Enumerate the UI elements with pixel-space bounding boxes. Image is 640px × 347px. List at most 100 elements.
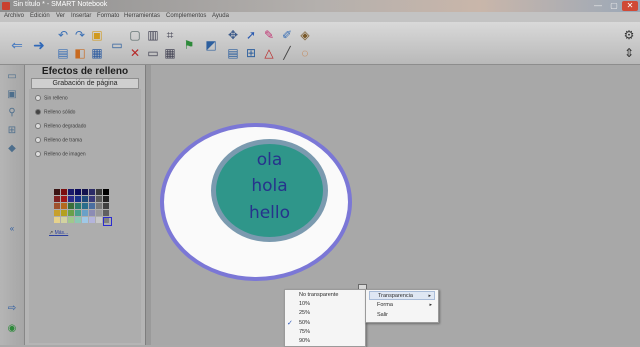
eraser-icon[interactable]: ◈ <box>298 28 312 42</box>
pen-icon[interactable]: ✎ <box>262 28 276 42</box>
more-colors-link[interactable]: ↗ Más... <box>49 230 68 236</box>
color-swatch[interactable] <box>96 203 102 209</box>
color-swatch[interactable] <box>89 210 95 216</box>
color-swatch[interactable] <box>96 217 102 223</box>
auto-hide-icon[interactable]: ◉ <box>6 323 18 335</box>
menu-item-no-transparente[interactable]: No transparente <box>299 292 338 298</box>
screen-shade-icon[interactable]: ◧ <box>73 46 87 60</box>
properties-tab-icon[interactable]: ⊞ <box>6 125 18 137</box>
color-swatch[interactable] <box>89 217 95 223</box>
color-swatch[interactable] <box>75 196 81 202</box>
open-file-icon[interactable]: ▤ <box>56 46 70 60</box>
creative-pen-icon[interactable]: ✐ <box>280 28 294 42</box>
page-sorter-icon[interactable]: ▭ <box>6 71 18 83</box>
color-swatch[interactable] <box>61 189 67 195</box>
table-icon[interactable]: ▥ <box>146 28 160 42</box>
move-sidebar-icon[interactable]: ⇨ <box>6 303 18 315</box>
fill-option-image[interactable]: Relleno de imagen <box>35 151 86 157</box>
menu-edicion[interactable]: Edición <box>30 13 50 19</box>
color-swatch[interactable] <box>68 203 74 209</box>
close-button[interactable]: ✕ <box>622 1 638 11</box>
color-swatch[interactable] <box>61 196 67 202</box>
menu-formato[interactable]: Formato <box>97 13 119 19</box>
color-swatch[interactable] <box>68 189 74 195</box>
color-swatch[interactable] <box>103 210 109 216</box>
forward-icon[interactable]: ➜ <box>32 38 46 52</box>
color-swatch[interactable] <box>54 210 60 216</box>
color-swatch[interactable] <box>75 210 81 216</box>
fill-option-none[interactable]: Sin relleno <box>35 95 68 101</box>
maximize-button[interactable]: ▢ <box>606 1 622 11</box>
lasso-icon[interactable]: ◌ <box>298 46 312 60</box>
color-swatch[interactable] <box>96 210 102 216</box>
menu-ver[interactable]: Ver <box>56 13 65 19</box>
color-swatch[interactable] <box>82 217 88 223</box>
shape-icon[interactable]: △ <box>262 46 276 60</box>
menu-item-10[interactable]: 10% <box>299 301 310 307</box>
color-swatch[interactable] <box>75 217 81 223</box>
fill-option-pattern[interactable]: Relleno de trama <box>35 137 82 143</box>
menu-ayuda[interactable]: Ayuda <box>212 13 229 19</box>
menu-item-forma[interactable]: Forma ▸ <box>369 301 435 310</box>
menu-item-75[interactable]: 75% <box>299 329 310 335</box>
menu-item-50[interactable]: 50% <box>299 320 310 326</box>
menu-item-salir[interactable]: Salir <box>369 311 435 320</box>
save-icon[interactable]: ▦ <box>90 46 104 60</box>
color-swatch[interactable] <box>61 203 67 209</box>
color-swatch[interactable] <box>82 196 88 202</box>
full-screen-icon[interactable]: ▦ <box>163 46 177 60</box>
color-swatch[interactable] <box>103 203 109 209</box>
minimize-button[interactable]: — <box>590 1 606 11</box>
color-swatch[interactable] <box>61 217 67 223</box>
color-swatch[interactable] <box>54 203 60 209</box>
color-swatch[interactable] <box>54 217 60 223</box>
page-recording-button[interactable]: Grabación de página <box>31 78 139 89</box>
paste-icon[interactable]: ▢ <box>128 28 142 42</box>
toolbar-arrows-icon[interactable]: ⇕ <box>622 46 636 60</box>
document-camera-icon[interactable]: ▭ <box>110 38 124 52</box>
select-icon[interactable]: ➚ <box>244 28 258 42</box>
collapse-icon[interactable]: « <box>6 223 18 235</box>
color-swatch[interactable] <box>75 189 81 195</box>
settings-icon[interactable]: ⚙ <box>622 28 636 42</box>
color-swatch[interactable] <box>103 196 109 202</box>
attachments-icon[interactable]: ⚲ <box>6 107 18 119</box>
fill-option-solid[interactable]: Relleno sólido <box>35 109 75 115</box>
addons-icon[interactable]: ◆ <box>6 143 18 155</box>
menu-item-90[interactable]: 90% <box>299 338 310 344</box>
color-swatch[interactable] <box>54 189 60 195</box>
properties-icon[interactable]: ◩ <box>204 38 218 52</box>
screen-capture-icon[interactable]: ⌗ <box>163 28 177 42</box>
recorder-icon[interactable]: ⚑ <box>182 38 196 52</box>
menu-complementos[interactable]: Complementos <box>166 13 206 19</box>
color-swatch[interactable] <box>96 196 102 202</box>
color-swatch[interactable] <box>89 189 95 195</box>
delete-icon[interactable]: ✕ <box>128 46 142 60</box>
color-swatch[interactable] <box>82 210 88 216</box>
color-swatch[interactable] <box>89 196 95 202</box>
canvas-text-hola[interactable]: hola <box>211 176 328 196</box>
back-icon[interactable]: ⇐ <box>10 38 24 52</box>
fill-option-gradient[interactable]: Relleno degradado <box>35 123 86 129</box>
selected-color-swatch[interactable] <box>103 217 112 226</box>
text-icon[interactable]: ▤ <box>226 46 240 60</box>
color-swatch[interactable] <box>75 203 81 209</box>
fill-icon[interactable]: ⊞ <box>244 46 258 60</box>
color-swatch[interactable] <box>82 189 88 195</box>
color-swatch[interactable] <box>68 217 74 223</box>
add-page-icon[interactable]: ▣ <box>90 28 104 42</box>
gallery-icon[interactable]: ▣ <box>6 89 18 101</box>
menu-insertar[interactable]: Insertar <box>71 13 91 19</box>
color-swatch[interactable] <box>68 210 74 216</box>
color-swatch[interactable] <box>103 189 109 195</box>
clear-icon[interactable]: ▭ <box>146 46 160 60</box>
menu-item-transparencia[interactable]: Transparencia ▸ <box>369 291 435 300</box>
color-swatch[interactable] <box>68 196 74 202</box>
menu-archivo[interactable]: Archivo <box>4 13 24 19</box>
color-swatch[interactable] <box>89 203 95 209</box>
canvas-text-hello[interactable]: hello <box>211 203 328 223</box>
color-swatch[interactable] <box>96 189 102 195</box>
canvas-text-ola[interactable]: ola <box>211 150 328 170</box>
undo-icon[interactable]: ↶ <box>56 28 70 42</box>
color-swatch[interactable] <box>54 196 60 202</box>
